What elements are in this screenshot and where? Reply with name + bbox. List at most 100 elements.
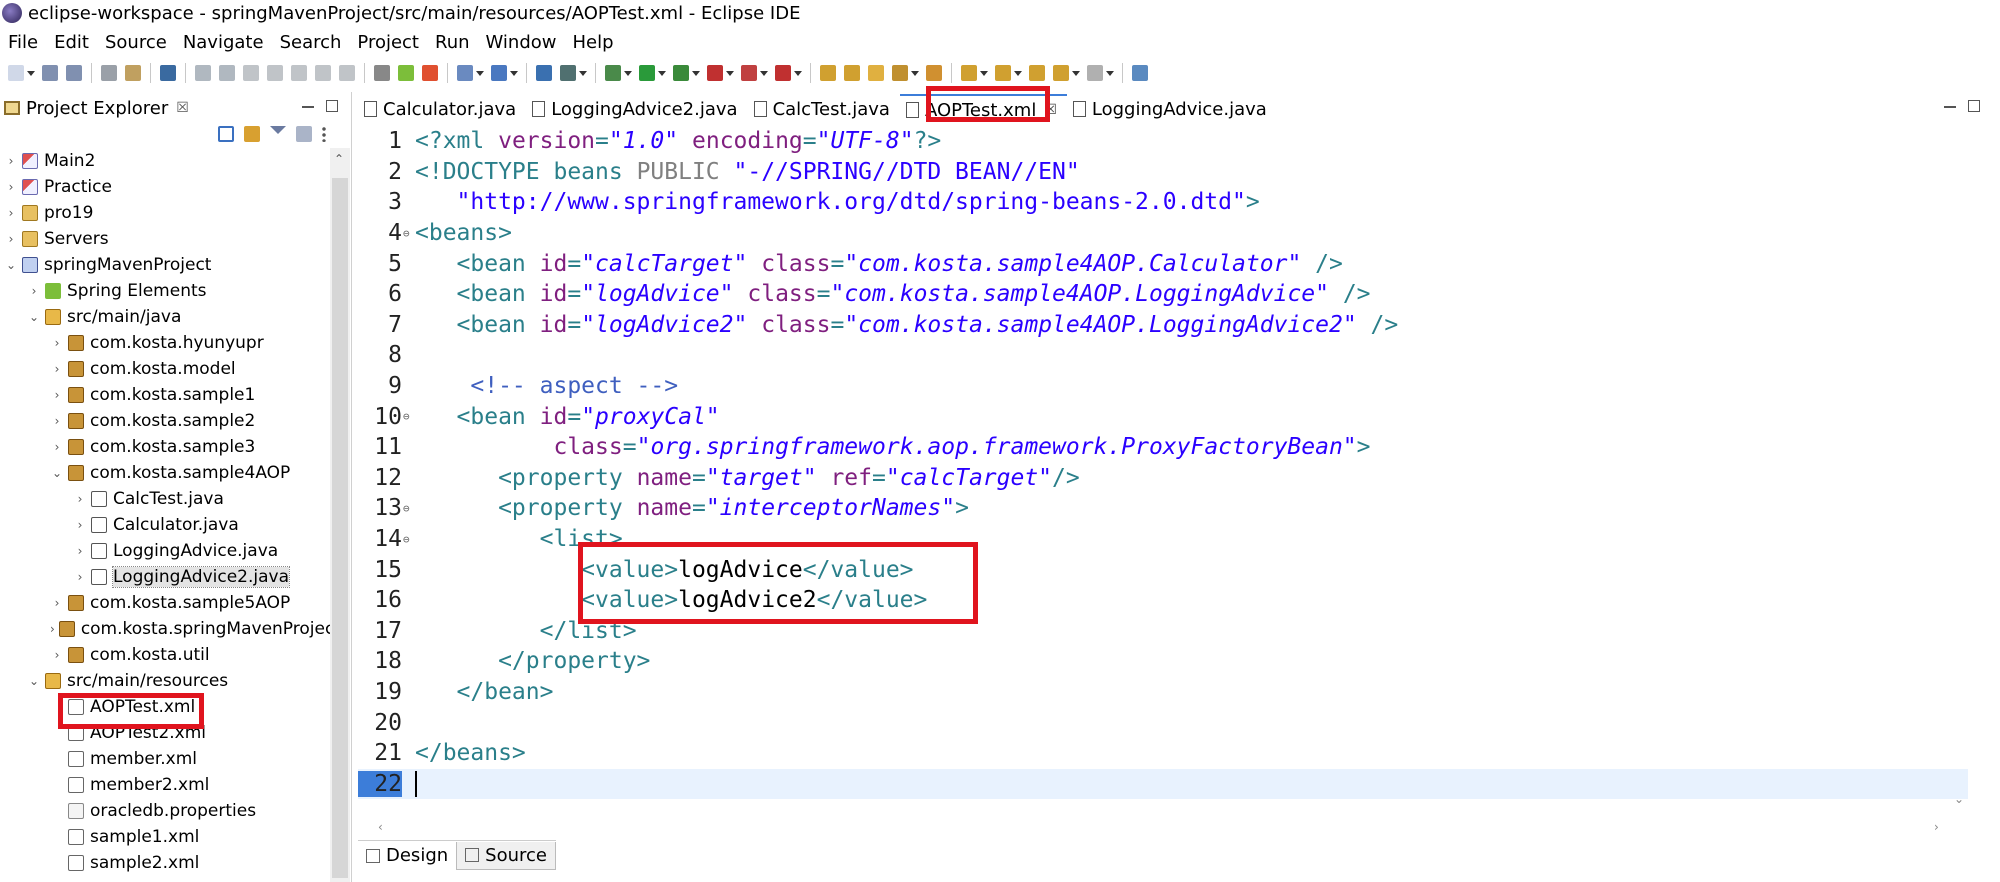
- working-set-icon[interactable]: [296, 126, 312, 142]
- tree-item[interactable]: AOPTest2.xml: [0, 720, 330, 746]
- dropdown-arrow-icon[interactable]: [658, 70, 666, 76]
- tree-item[interactable]: › CalcTest.java: [0, 486, 330, 512]
- code-line[interactable]: 13 ⊖ <property name="interceptorNames">: [358, 493, 1968, 524]
- terminate-icon[interactable]: [243, 65, 259, 81]
- tree-item[interactable]: › com.kosta.model: [0, 356, 330, 382]
- scroll-right-icon[interactable]: ›: [1934, 820, 1939, 834]
- back-icon[interactable]: [1053, 65, 1069, 81]
- menu-item-file[interactable]: File: [0, 32, 46, 53]
- dropdown-arrow-icon[interactable]: [980, 70, 988, 76]
- fold-toggle-icon[interactable]: ⊖: [403, 410, 413, 423]
- minimize-icon[interactable]: [302, 106, 314, 108]
- maximize-icon[interactable]: [326, 100, 338, 112]
- tree-item[interactable]: › com.kosta.sample3: [0, 434, 330, 460]
- collapsed-chevron-icon[interactable]: ›: [4, 206, 18, 220]
- expanded-chevron-icon[interactable]: ⌄: [50, 466, 64, 480]
- dropdown-arrow-icon[interactable]: [760, 70, 768, 76]
- tree-item[interactable]: ⌄ springMavenProject: [0, 252, 330, 278]
- code-line[interactable]: 22: [358, 768, 1968, 800]
- globe-icon[interactable]: [536, 65, 552, 81]
- save-all-icon[interactable]: [66, 65, 82, 81]
- menu-item-window[interactable]: Window: [478, 32, 565, 53]
- tree-item[interactable]: AOPTest.xml: [0, 694, 330, 720]
- new-class-icon[interactable]: [491, 65, 507, 81]
- dropdown-arrow-icon[interactable]: [911, 70, 919, 76]
- close-icon[interactable]: ☒: [1044, 102, 1057, 118]
- dropdown-arrow-icon[interactable]: [476, 70, 484, 76]
- step-into-icon[interactable]: [291, 65, 307, 81]
- resume-icon[interactable]: [195, 65, 211, 81]
- save-icon[interactable]: [42, 65, 58, 81]
- code-editor[interactable]: 1 <?xml version="1.0" encoding="UTF-8"?> 2…: [358, 126, 1968, 826]
- explorer-vertical-scrollbar[interactable]: ⌃: [330, 148, 350, 882]
- collapsed-chevron-icon[interactable]: ›: [4, 180, 18, 194]
- expanded-chevron-icon[interactable]: ⌄: [27, 310, 41, 324]
- tree-item[interactable]: › LoggingAdvice.java: [0, 538, 330, 564]
- tab-calculator-java[interactable]: Calculator.java: [358, 94, 526, 124]
- scroll-left-icon[interactable]: ‹: [378, 820, 383, 834]
- dropdown-arrow-icon[interactable]: [794, 70, 802, 76]
- code-line[interactable]: 12 <property name="target" ref="calcTarg…: [358, 463, 1968, 494]
- menu-item-navigate[interactable]: Navigate: [175, 32, 272, 53]
- filter-icon[interactable]: [270, 126, 286, 134]
- tree-item[interactable]: ⌄ com.kosta.sample4AOP: [0, 460, 330, 486]
- collapsed-chevron-icon[interactable]: ›: [50, 596, 64, 610]
- tree-item[interactable]: › LoggingAdvice2.java: [0, 564, 330, 590]
- tab-design[interactable]: Design: [358, 842, 456, 870]
- print-icon[interactable]: [101, 65, 117, 81]
- previous-annotation-icon[interactable]: [995, 65, 1011, 81]
- tree-item[interactable]: › Practice: [0, 174, 330, 200]
- open-folder-icon[interactable]: [868, 65, 884, 81]
- tree-item[interactable]: ⌄ src/main/resources: [0, 668, 330, 694]
- code-line[interactable]: 11 class="org.springframework.aop.framew…: [358, 432, 1968, 463]
- project-explorer-tab[interactable]: Project Explorer ☒: [0, 92, 189, 124]
- menu-item-source[interactable]: Source: [97, 32, 175, 53]
- view-menu-icon[interactable]: [322, 126, 326, 142]
- collapsed-chevron-icon[interactable]: ›: [27, 284, 41, 298]
- perspective-icon[interactable]: [1132, 65, 1148, 81]
- menu-item-help[interactable]: Help: [565, 32, 622, 53]
- open-type-icon[interactable]: [820, 65, 836, 81]
- menu-item-edit[interactable]: Edit: [46, 32, 97, 53]
- next-annotation-icon[interactable]: [961, 65, 977, 81]
- terminal-icon[interactable]: [160, 65, 176, 81]
- minimize-icon[interactable]: [1944, 106, 1956, 108]
- scroll-up-icon[interactable]: ⌃: [334, 152, 344, 166]
- tree-item[interactable]: › Spring Elements: [0, 278, 330, 304]
- tree-item[interactable]: › com.kosta.sample1: [0, 382, 330, 408]
- tree-item[interactable]: › com.kosta.springMavenProject: [0, 616, 341, 642]
- stop-icon[interactable]: [741, 65, 757, 81]
- tree-item[interactable]: › Main2: [0, 148, 330, 174]
- dropdown-arrow-icon[interactable]: [624, 70, 632, 76]
- code-line[interactable]: 9 <!-- aspect -->: [358, 371, 1968, 402]
- dropdown-arrow-icon[interactable]: [510, 70, 518, 76]
- pen-icon[interactable]: [892, 65, 908, 81]
- code-line[interactable]: 6 <bean id="logAdvice" class="com.kosta.…: [358, 279, 1968, 310]
- code-line[interactable]: 18 </property>: [358, 646, 1968, 677]
- collapsed-chevron-icon[interactable]: ›: [50, 622, 55, 636]
- skip-breakpoints-icon[interactable]: [125, 65, 141, 81]
- collapsed-chevron-icon[interactable]: ›: [73, 570, 87, 584]
- step-over-icon[interactable]: [315, 65, 331, 81]
- last-edit-icon[interactable]: [1029, 65, 1045, 81]
- new-icon[interactable]: [8, 65, 24, 81]
- menu-item-search[interactable]: Search: [272, 32, 350, 53]
- expanded-chevron-icon[interactable]: ⌄: [4, 258, 18, 272]
- tab-loggingadvice-java[interactable]: LoggingAdvice.java: [1067, 94, 1277, 124]
- collapsed-chevron-icon[interactable]: ›: [50, 388, 64, 402]
- tree-item[interactable]: › Servers: [0, 226, 330, 252]
- code-line[interactable]: 16 <value>logAdvice2</value>: [358, 585, 1968, 616]
- external-tools-icon[interactable]: [775, 65, 791, 81]
- dropdown-arrow-icon[interactable]: [1072, 70, 1080, 76]
- menu-item-project[interactable]: Project: [349, 32, 427, 53]
- new-wizard-icon[interactable]: [457, 65, 473, 81]
- fold-toggle-icon[interactable]: ⊖: [403, 227, 413, 240]
- close-icon[interactable]: ☒: [176, 100, 189, 116]
- collapsed-chevron-icon[interactable]: ›: [50, 336, 64, 350]
- search-icon[interactable]: [560, 65, 576, 81]
- maximize-icon[interactable]: [1968, 100, 1980, 112]
- dropdown-arrow-icon[interactable]: [726, 70, 734, 76]
- tree-item[interactable]: sample2.xml: [0, 850, 330, 876]
- collapsed-chevron-icon[interactable]: ›: [4, 154, 18, 168]
- tab-loggingadvice2-java[interactable]: LoggingAdvice2.java: [526, 94, 747, 124]
